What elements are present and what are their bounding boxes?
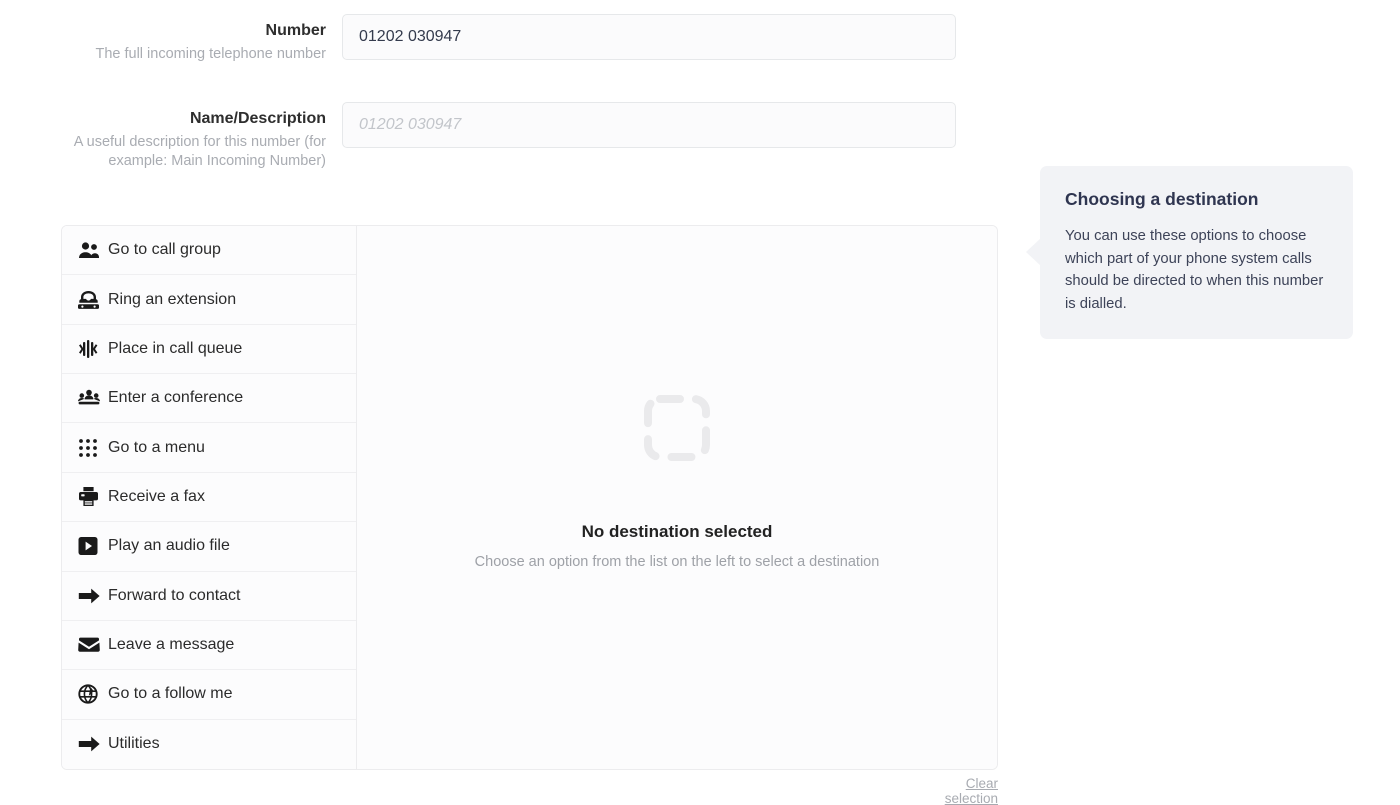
arrow-right-icon bbox=[78, 588, 108, 604]
number-field-row: Number The full incoming telephone numbe… bbox=[52, 14, 956, 64]
destination-option-label: Utilities bbox=[108, 735, 160, 753]
globe-icon bbox=[78, 684, 108, 705]
dashed-square-icon bbox=[644, 395, 710, 466]
tooltip-arrow-icon bbox=[1026, 238, 1041, 266]
destination-option-label: Go to call group bbox=[108, 241, 221, 259]
destination-option-label: Go to a follow me bbox=[108, 685, 233, 703]
empty-state-subtitle: Choose an option from the list on the le… bbox=[474, 554, 880, 570]
name-description-input[interactable] bbox=[342, 102, 956, 148]
name-description-field-help: A useful description for this number (fo… bbox=[73, 134, 326, 169]
empty-state-title: No destination selected bbox=[581, 522, 773, 541]
users-group-icon bbox=[78, 241, 108, 259]
name-description-field-title: Name/Description bbox=[189, 110, 326, 127]
destination-option-label: Forward to contact bbox=[108, 586, 241, 604]
number-field-help: The full incoming telephone number bbox=[95, 46, 326, 62]
arrow-right-icon bbox=[78, 736, 108, 752]
destination-option-leave-a-message[interactable]: Leave a message bbox=[62, 620, 356, 671]
number-field-title: Number bbox=[265, 22, 326, 39]
destination-panel: Go to call group Ring an extension Place i… bbox=[61, 225, 998, 770]
destination-option-go-to-a-follow-me[interactable]: Go to a follow me bbox=[62, 670, 356, 720]
help-tooltip: Choosing a destination You can use these… bbox=[1026, 166, 1353, 339]
number-input[interactable] bbox=[342, 14, 956, 60]
destination-option-play-an-audio-file[interactable]: Play an audio file bbox=[62, 522, 356, 572]
destination-option-receive-a-fax[interactable]: Receive a fax bbox=[62, 472, 356, 523]
number-field-labels: Number The full incoming telephone numbe… bbox=[52, 14, 342, 64]
conference-group-icon bbox=[78, 389, 108, 407]
destination-option-label: Leave a message bbox=[108, 636, 235, 654]
destination-option-label: Receive a fax bbox=[108, 487, 205, 505]
destination-option-enter-a-conference[interactable]: Enter a conference bbox=[62, 374, 356, 424]
tooltip-title: Choosing a destination bbox=[1065, 189, 1259, 209]
destination-option-place-in-call-queue[interactable]: Place in call queue bbox=[62, 324, 356, 375]
fax-printer-icon bbox=[78, 487, 108, 507]
destination-option-utilities[interactable]: Utilities bbox=[62, 719, 356, 769]
destination-option-ring-an-extension[interactable]: Ring an extension bbox=[62, 275, 356, 325]
destination-option-label: Go to a menu bbox=[108, 438, 205, 456]
name-description-field-labels: Name/Description A useful description fo… bbox=[52, 102, 342, 171]
telephone-icon bbox=[78, 290, 108, 310]
destination-option-label: Play an audio file bbox=[108, 537, 230, 555]
destination-option-go-to-a-menu[interactable]: Go to a menu bbox=[62, 423, 356, 473]
clear-selection-link[interactable]: Clear selection bbox=[910, 776, 998, 805]
play-button-icon bbox=[78, 536, 108, 556]
destination-options-list: Go to call group Ring an extension Place i… bbox=[62, 226, 357, 769]
destination-option-label: Place in call queue bbox=[108, 339, 243, 357]
envelope-icon bbox=[78, 637, 108, 653]
destination-configuration-page: Number The full incoming telephone numbe… bbox=[0, 0, 1400, 805]
name-description-field-row: Name/Description A useful description fo… bbox=[52, 102, 956, 171]
tooltip-body: You can use these options to choose whic… bbox=[1065, 228, 1324, 312]
destination-option-go-to-call-group[interactable]: Go to call group bbox=[62, 226, 356, 276]
destination-option-forward-to-contact[interactable]: Forward to contact bbox=[62, 571, 356, 621]
keypad-grid-icon bbox=[78, 438, 108, 458]
destination-detail-pane: No destination selected Choose an option… bbox=[357, 226, 997, 769]
destination-option-label: Ring an extension bbox=[108, 290, 237, 308]
destination-option-label: Enter a conference bbox=[108, 389, 244, 407]
signal-bars-icon bbox=[78, 339, 108, 358]
